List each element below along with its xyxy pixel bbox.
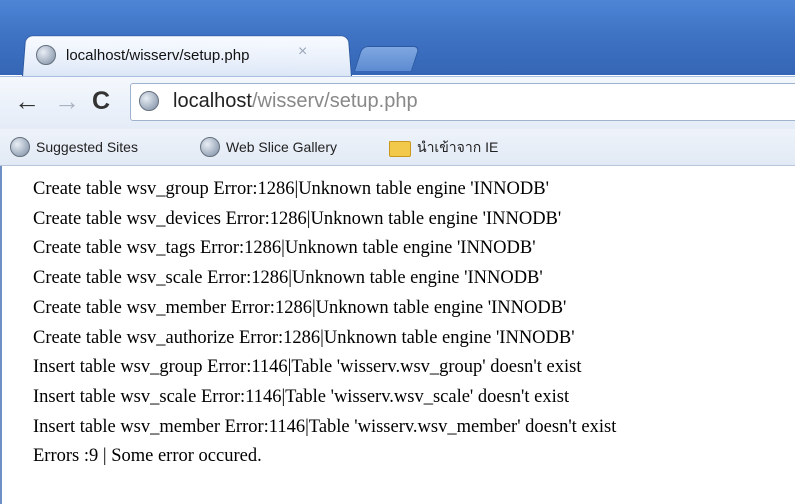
folder-icon — [389, 141, 411, 157]
tab-title: localhost/wisserv/setup.php — [66, 46, 250, 64]
back-arrow-icon[interactable]: ← — [14, 86, 40, 116]
bookmark-label: Web Slice Gallery — [226, 139, 338, 155]
bookmark-suggested-sites[interactable]: Suggested Sites — [10, 137, 138, 157]
page-content: Create table wsv_group Error:1286|Unknow… — [33, 175, 793, 472]
log-line: Create table wsv_authorize Error:1286|Un… — [33, 327, 575, 348]
log-line: Create table wsv_group Error:1286|Unknow… — [33, 179, 549, 199]
bookmark-web-slice-gallery[interactable]: Web Slice Gallery — [200, 137, 337, 157]
log-line: Create table wsv_tags Error:1286|Unknown… — [33, 238, 536, 259]
log-line: Insert table wsv_scale Error:1146|Table … — [33, 386, 570, 407]
globe-icon — [10, 137, 30, 157]
error-summary: Errors :9 | Some error occured. — [33, 446, 262, 467]
log-line: Create table wsv_scale Error:1286|Unknow… — [33, 268, 543, 289]
reload-icon[interactable]: C — [92, 86, 110, 116]
globe-icon — [200, 137, 220, 157]
bookmark-import-from-ie[interactable]: นำเข้าจาก IE — [389, 137, 498, 159]
log-line: Create table wsv_devices Error:1286|Unkn… — [33, 208, 562, 229]
log-line: Insert table wsv_member Error:1146|Table… — [33, 416, 617, 437]
tab-content: localhost/wisserv/setup.php — [36, 38, 249, 72]
url-host: localhost — [173, 90, 252, 112]
forward-arrow-icon[interactable]: → — [54, 86, 80, 116]
site-info-globe-icon[interactable] — [139, 91, 159, 111]
bookmark-label: Suggested Sites — [36, 139, 138, 155]
new-tab-button[interactable] — [353, 46, 421, 71]
log-line: Insert table wsv_group Error:1146|Table … — [33, 357, 582, 378]
log-line: Create table wsv_member Error:1286|Unkno… — [33, 297, 567, 318]
page-left-border — [0, 166, 2, 504]
url-path: /wisserv/setup.php — [251, 90, 418, 112]
address-bar[interactable]: localhost/wisserv/setup.php — [130, 83, 795, 121]
page-globe-icon — [36, 45, 56, 65]
url-text: localhost/wisserv/setup.php — [173, 90, 418, 113]
bookmark-label: นำเข้าจาก IE — [417, 139, 499, 155]
bookmarks-bar: Suggested Sites Web Slice Gallery นำเข้า… — [0, 129, 795, 166]
tab-close-icon[interactable]: × — [298, 43, 307, 61]
